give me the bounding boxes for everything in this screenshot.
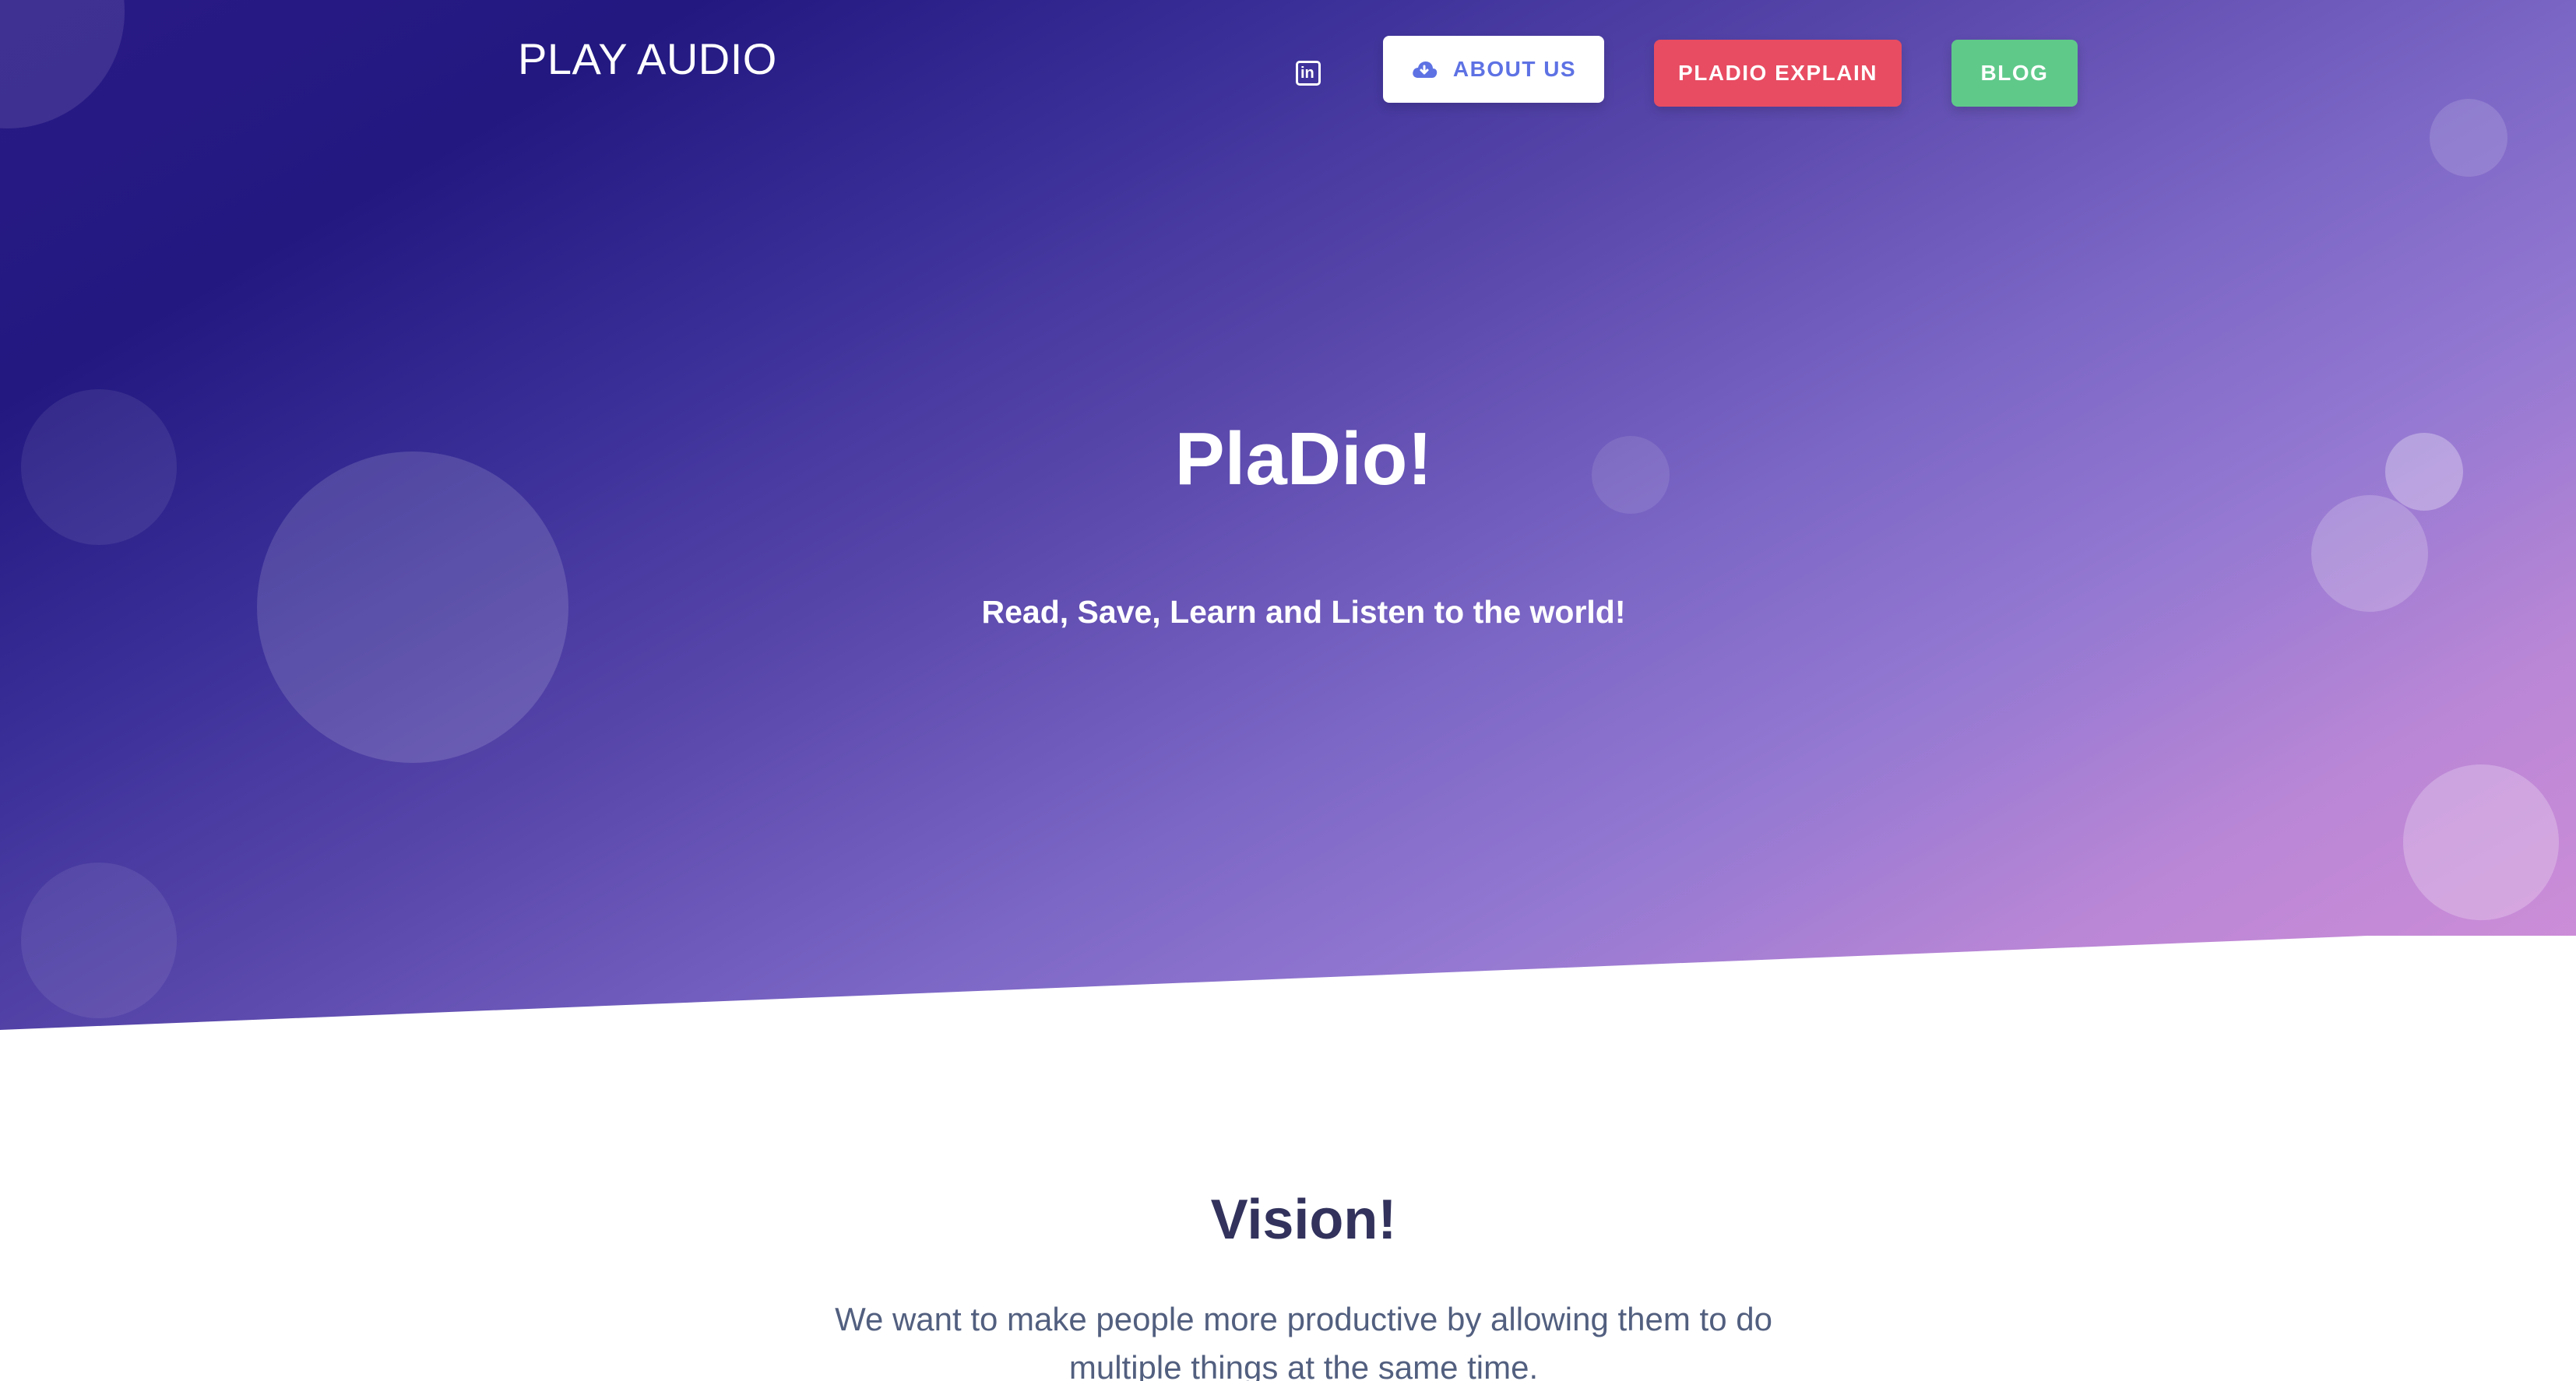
decorative-circle bbox=[21, 863, 177, 1018]
blog-label: BLOG bbox=[1980, 61, 2049, 85]
pladio-explain-label: PLADIO EXPLAIN bbox=[1678, 61, 1877, 85]
page: PLAY AUDIO in ABOUT US PLADIO EXPLAIN BL… bbox=[0, 0, 2576, 1381]
hero-section: PLAY AUDIO in ABOUT US PLADIO EXPLAIN BL… bbox=[0, 0, 2576, 1030]
decorative-circle bbox=[0, 0, 125, 128]
cloud-download-icon bbox=[1413, 61, 1438, 78]
vision-heading: Vision! bbox=[1210, 1189, 1397, 1251]
linkedin-glyph: in bbox=[1300, 65, 1314, 82]
about-us-button[interactable]: ABOUT US bbox=[1383, 36, 1604, 103]
decorative-circle bbox=[2430, 99, 2507, 177]
hero-title: PlaDio! bbox=[1174, 417, 1433, 501]
hero-subtitle: Read, Save, Learn and Listen to the worl… bbox=[981, 594, 1626, 630]
vision-paragraph: We want to make people more productive b… bbox=[835, 1301, 1772, 1381]
decorative-circle bbox=[2403, 764, 2559, 920]
blog-button[interactable]: BLOG bbox=[1951, 40, 2078, 107]
pladio-explain-button[interactable]: PLADIO EXPLAIN bbox=[1654, 40, 1902, 107]
about-us-label: ABOUT US bbox=[1452, 57, 1577, 81]
brand-logo-text[interactable]: PLAY AUDIO bbox=[518, 31, 777, 87]
linkedin-icon[interactable]: in bbox=[1296, 61, 1321, 86]
